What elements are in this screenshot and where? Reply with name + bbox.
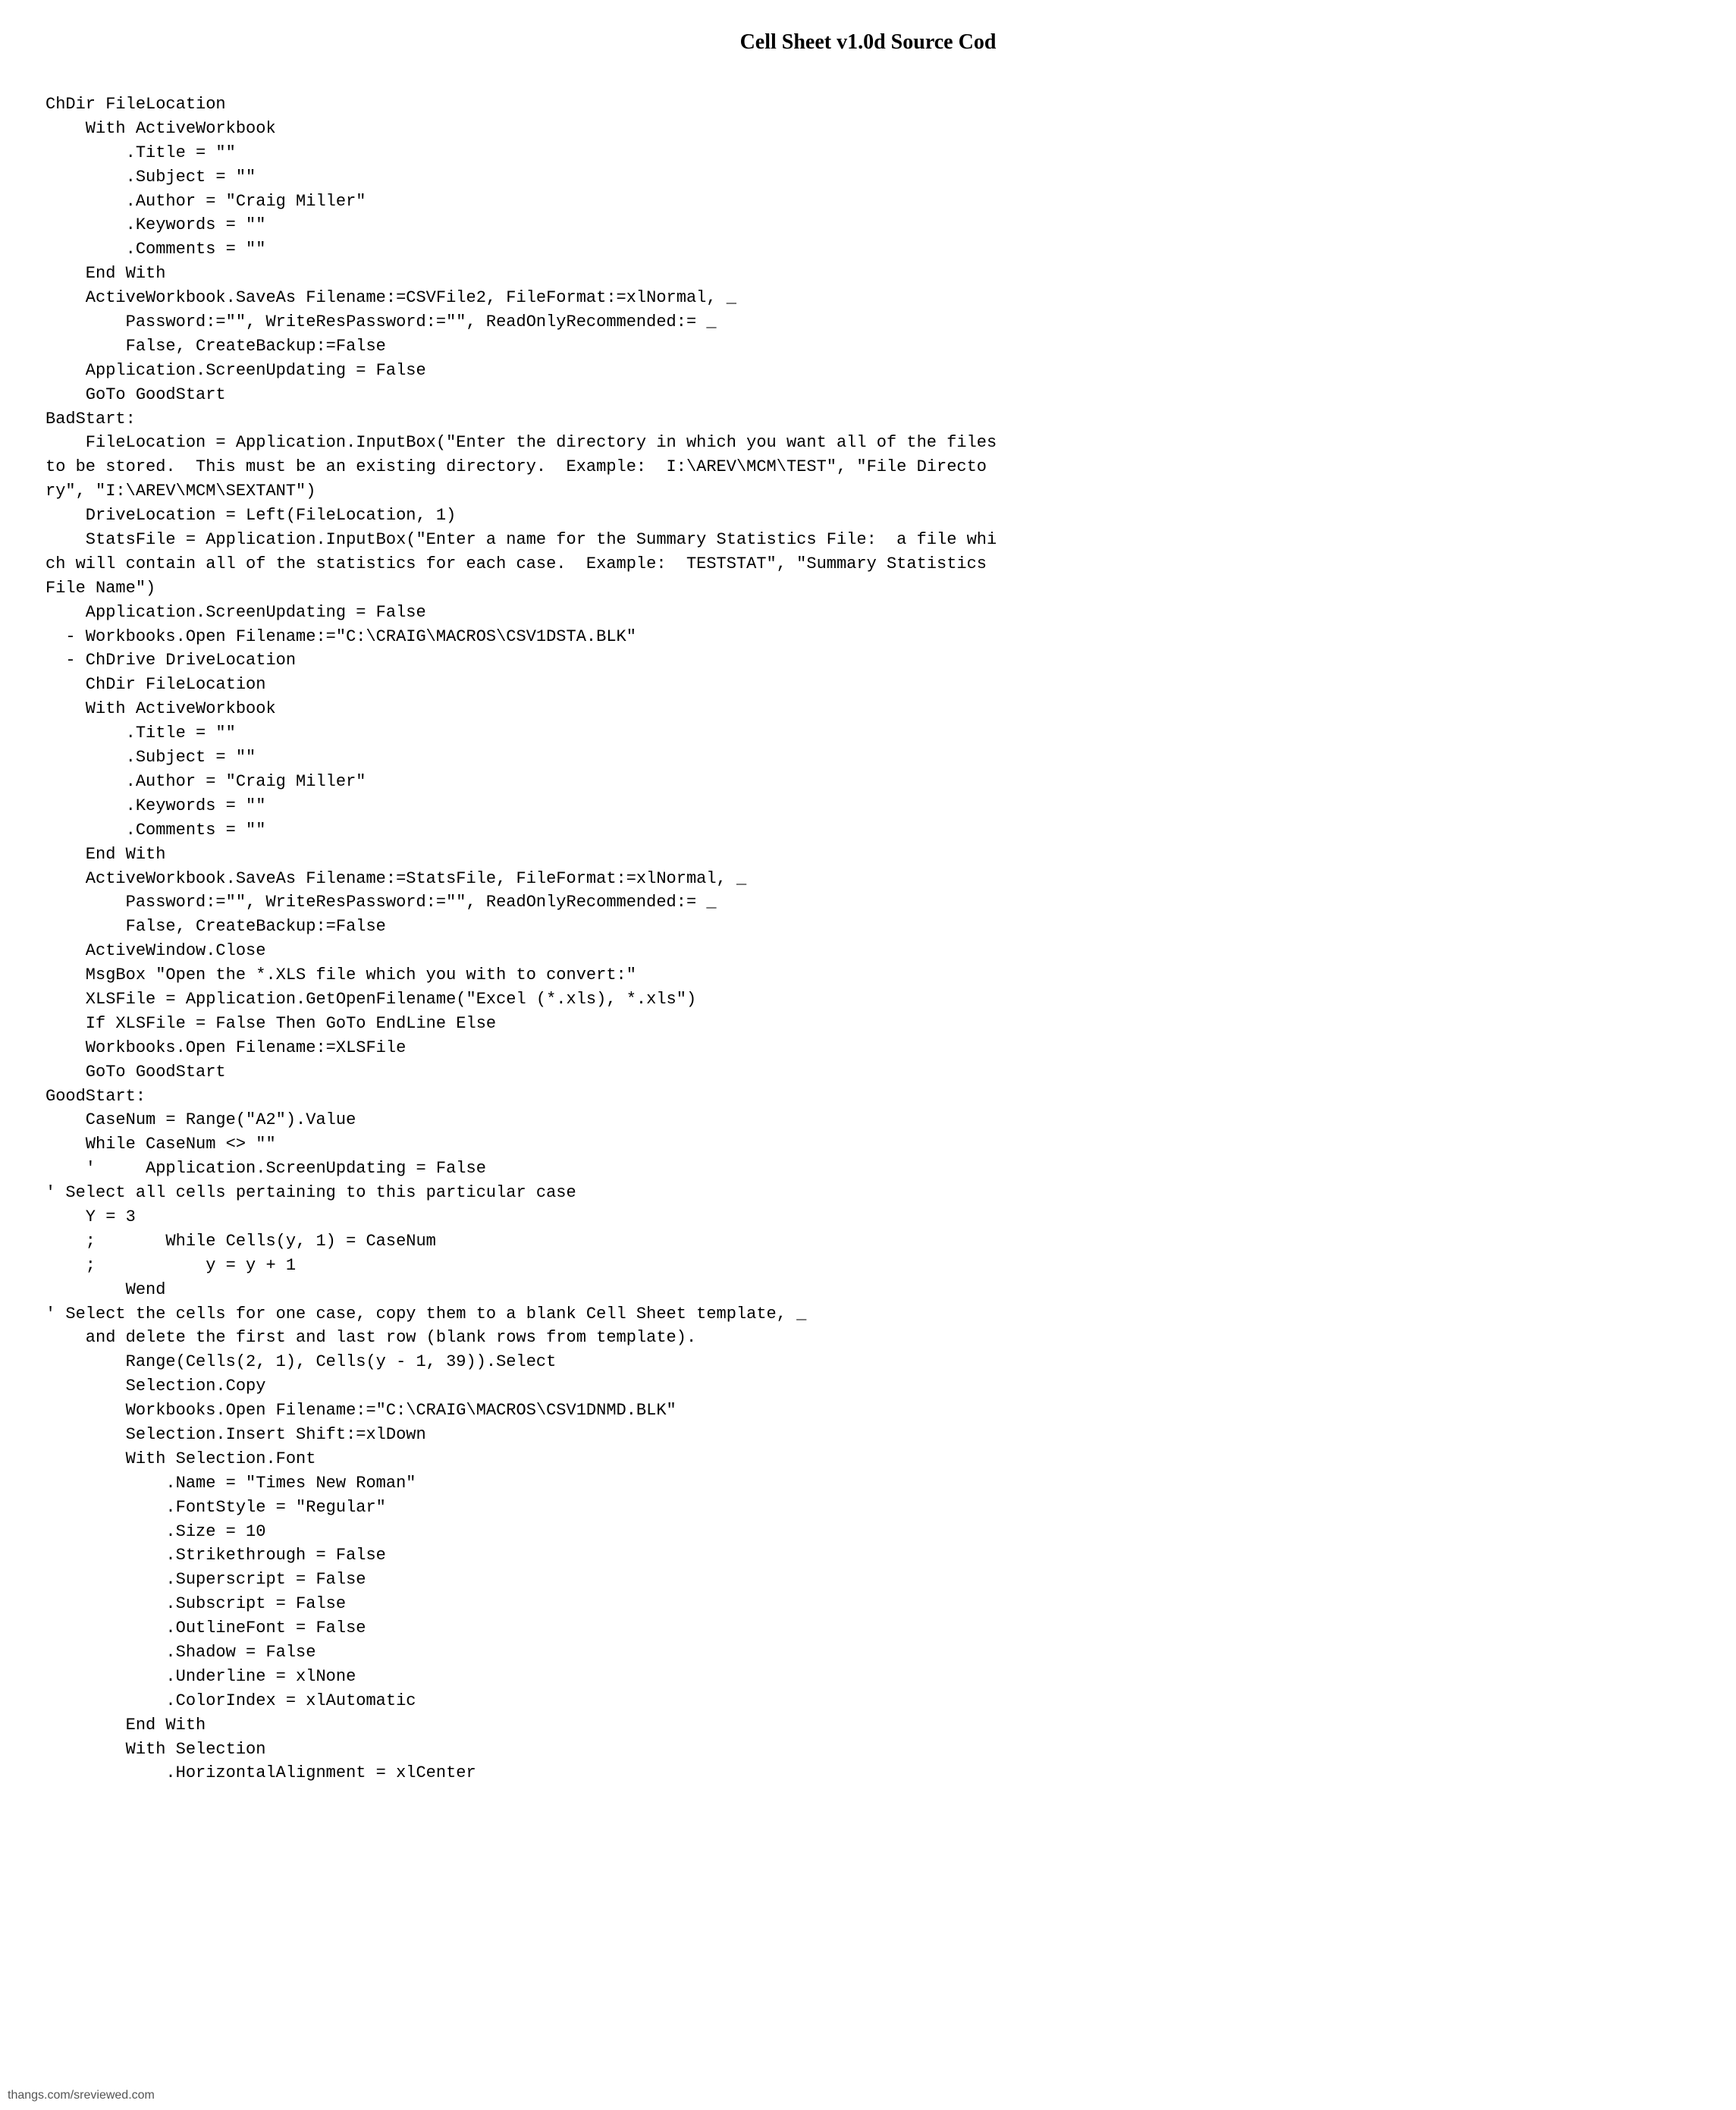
watermark: thangs.com/sreviewed.com [8,2089,155,2102]
page-title: Cell Sheet v1.0d Source Cod [46,30,1690,55]
source-code-block: ChDir FileLocation With ActiveWorkbook .… [46,93,1690,1785]
